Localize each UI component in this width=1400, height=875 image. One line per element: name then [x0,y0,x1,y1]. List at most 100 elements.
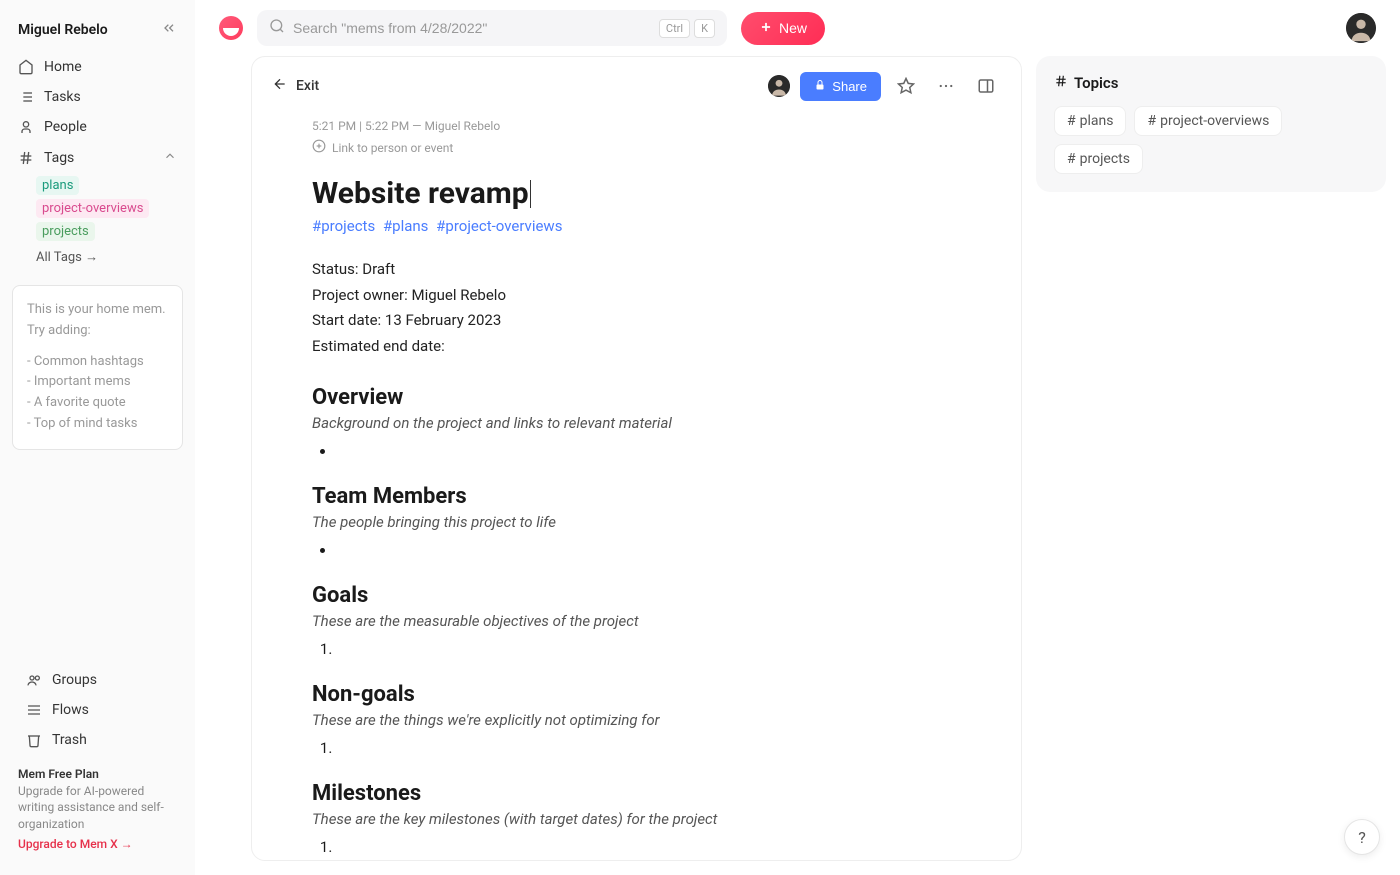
more-button[interactable] [931,71,961,101]
panel-button[interactable] [971,71,1001,101]
doc-section[interactable]: GoalsThese are the measurable objectives… [312,583,961,660]
doc-body[interactable]: 5:21 PM | 5:22 PM — Miguel Rebelo Link t… [252,115,1021,860]
tag-item-plans[interactable]: plans [8,174,187,197]
nav-tags-label: Tags [44,150,74,166]
nav-home-label: Home [44,59,82,75]
kbd-ctrl: Ctrl [659,19,690,38]
link-person-label: Link to person or event [332,141,453,155]
doc-card: Exit Share 5:21 PM | 5:22 PM — Mig [251,56,1022,861]
user-name: Miguel Rebelo [18,22,108,38]
topic-pill[interactable]: # project-overviews [1134,106,1282,136]
nav-tags[interactable]: Tags [8,142,187,174]
new-button-label: New [779,20,807,36]
upgrade-title: Mem Free Plan [18,767,177,781]
hash-icon: # [1067,113,1076,129]
list-item[interactable] [336,739,961,759]
topic-pills: # plans # project-overviews # projects [1054,106,1368,174]
section-list[interactable] [312,640,961,660]
hash-icon: # [1067,151,1076,167]
nav-groups[interactable]: Groups [16,665,179,695]
nav-people[interactable]: People [8,112,187,142]
doc-meta: 5:21 PM | 5:22 PM — Miguel Rebelo [312,119,961,133]
flows-icon [26,702,42,718]
doc-title[interactable]: Website revamp [312,176,529,211]
home-mem-intro: This is your home mem. Try adding: [27,300,168,342]
exit-label: Exit [296,78,319,94]
doc-end: Estimated end date: [312,334,961,360]
help-button[interactable]: ? [1344,819,1380,855]
nav-home[interactable]: Home [8,52,187,82]
home-icon [18,59,34,75]
plus-circle-icon [312,139,326,156]
collapse-icon[interactable] [161,20,177,40]
tag-item-project-overviews[interactable]: project-overviews [8,197,187,220]
arrow-left-icon [272,76,288,96]
doc-info[interactable]: Status: Draft Project owner: Miguel Rebe… [312,257,961,359]
section-list[interactable] [312,541,961,561]
doc-tags: #projects #plans #project-overviews [312,217,961,235]
doc-section[interactable]: MilestonesThese are the key milestones (… [312,781,961,858]
list-item[interactable] [336,442,961,462]
link-person-button[interactable]: Link to person or event [312,139,961,156]
search-container[interactable]: Ctrl K [257,10,727,46]
doc-section[interactable]: Non-goals These are the things we're expl… [312,682,961,759]
star-button[interactable] [891,71,921,101]
exit-button[interactable]: Exit [272,76,319,96]
home-mem-item-1: - Important mems [27,372,168,393]
topic-pill[interactable]: # projects [1054,144,1143,174]
topics-title: Topics [1054,74,1368,92]
doc-tag-2[interactable]: #project-overviews [436,217,562,235]
nav-trash-label: Trash [52,732,87,748]
doc-tag-0[interactable]: #projects [312,217,375,235]
section-heading: Non-goals [312,682,961,707]
kbd-hint: Ctrl K [659,19,715,38]
home-mem-item-2: - A favorite quote [27,393,168,414]
topic-pill[interactable]: # plans [1054,106,1126,136]
doc-start: Start date: 13 February 2023 [312,308,961,334]
share-button[interactable]: Share [800,72,881,101]
nav-trash[interactable]: Trash [16,725,179,755]
section-subtitle: These are the key milestones (with targe… [312,810,961,828]
nav-people-label: People [44,119,87,135]
people-icon [18,119,34,135]
section-heading: Overview [312,385,961,410]
section-subtitle: These are the measurable objectives of t… [312,612,961,630]
tasks-icon [18,89,34,105]
help-icon: ? [1358,828,1366,847]
new-button[interactable]: New [741,12,825,45]
section-list[interactable] [312,739,961,759]
lock-icon [814,79,826,94]
nav-flows-label: Flows [52,702,89,718]
nav-flows[interactable]: Flows [16,695,179,725]
list-item[interactable] [336,640,961,660]
topics-panel: Topics # plans # project-overviews # proje… [1036,56,1386,192]
section-subtitle: Background on the project and links to r… [312,414,961,432]
doc-status: Status: Draft [312,257,961,283]
nav-tasks[interactable]: Tasks [8,82,187,112]
user-avatar[interactable] [1346,13,1376,43]
upgrade-box: Mem Free Plan Upgrade for AI-powered wri… [8,755,187,863]
doc-section[interactable]: Overview Background on the project and li… [312,385,961,462]
search-input[interactable] [293,20,651,36]
brand-logo-icon[interactable] [219,16,243,40]
upgrade-link[interactable]: Upgrade to Mem X → [18,837,177,851]
hash-icon: # [1147,113,1156,129]
section-list[interactable] [312,442,961,462]
list-item[interactable] [336,838,961,858]
home-mem-item-0: - Common hashtags [27,352,168,373]
trash-icon [26,732,42,748]
doc-section[interactable]: Team MembersThe people bringing this pro… [312,484,961,561]
tag-item-projects[interactable]: projects [8,220,187,243]
all-tags-link[interactable]: All Tags → [8,243,187,271]
section-list[interactable] [312,838,961,858]
section-subtitle: These are the things we're explicitly no… [312,711,961,729]
nav-tasks-label: Tasks [44,89,81,105]
sidebar: Miguel Rebelo Home Tasks People Tags [0,0,195,875]
list-item[interactable] [336,541,961,561]
nav-groups-label: Groups [52,672,97,688]
main: Ctrl K New Exit [195,0,1400,875]
doc-tag-1[interactable]: #plans [383,217,429,235]
share-label: Share [832,79,867,94]
doc-avatar[interactable] [768,75,790,97]
home-mem-item-3: - Top of mind tasks [27,414,168,435]
